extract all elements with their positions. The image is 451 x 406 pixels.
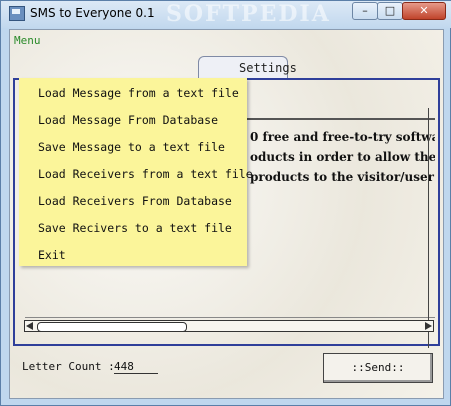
client-area: Menu Settings 0 free and free-to-try sof… <box>9 29 444 399</box>
arrow-left-icon[interactable] <box>26 322 33 330</box>
menu-item-load-message-text[interactable]: Load Message from a text file <box>38 86 239 100</box>
horizontal-scrollbar[interactable] <box>24 320 434 332</box>
tab-settings[interactable]: Settings <box>198 56 297 78</box>
message-line: oducts in order to allow the visi <box>250 150 435 164</box>
menu-item-save-message-text[interactable]: Save Message to a text file <box>38 140 225 154</box>
arrow-right-icon[interactable] <box>425 322 432 330</box>
vertical-divider <box>428 108 429 348</box>
maximize-button[interactable]: □ <box>377 2 403 20</box>
menu-button[interactable]: Menu <box>14 34 41 47</box>
letter-count-label: Letter Count : <box>22 360 115 373</box>
menu-item-load-receivers-db[interactable]: Load Receivers From Database <box>38 194 232 208</box>
sms-app-icon <box>9 6 25 21</box>
window-title: SMS to Everyone 0.1 <box>30 6 155 20</box>
tab-settings-label: Settings <box>239 61 297 75</box>
scrollbar-thumb[interactable] <box>37 322 187 332</box>
watermark-logo: SOFTPEDIA <box>166 1 331 27</box>
close-button[interactable]: ✕ <box>402 2 446 20</box>
menu-item-load-message-db[interactable]: Load Message From Database <box>38 113 218 127</box>
menu-bar: Menu <box>10 30 443 50</box>
menu-dropdown: Load Message from a text file Load Messa… <box>19 78 253 266</box>
letter-count-value: 448 <box>114 360 158 374</box>
menu-item-exit[interactable]: Exit <box>38 248 66 262</box>
minimize-button[interactable]: – <box>352 2 378 20</box>
send-button[interactable]: ::Send:: <box>323 353 433 383</box>
menu-item-load-receivers-text[interactable]: Load Receivers from a text file <box>38 167 253 181</box>
app-window: SMS to Everyone 0.1 SOFTPEDIA – □ ✕ Menu… <box>0 0 451 406</box>
title-bar[interactable]: SMS to Everyone 0.1 SOFTPEDIA – □ ✕ <box>1 1 451 28</box>
message-line: 0 free and free-to-try software p <box>250 130 435 144</box>
menu-item-save-receivers-text[interactable]: Save Recivers to a text file <box>38 221 232 235</box>
message-line: products to the visitor/user toge <box>250 170 435 184</box>
